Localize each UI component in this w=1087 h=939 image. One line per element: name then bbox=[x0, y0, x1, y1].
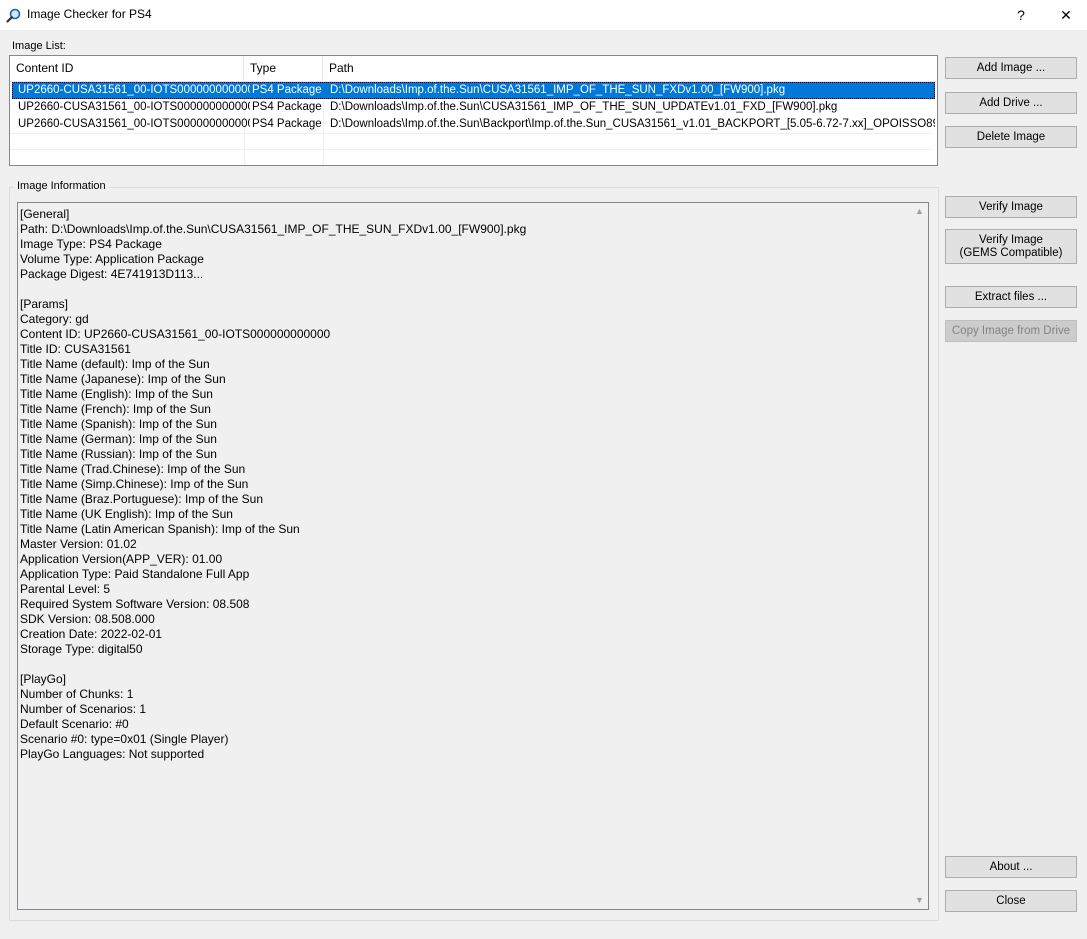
verify-gems-label-line1: Verify Image bbox=[979, 234, 1043, 246]
table-row[interactable]: UP2660-CUSA31561_00-IOTS000000000000 PS4… bbox=[12, 116, 935, 133]
image-information-text: [General] Path: D:\Downloads\Imp.of.the.… bbox=[20, 207, 527, 761]
about-button[interactable]: About ... bbox=[945, 856, 1077, 878]
column-header-type[interactable]: Type bbox=[244, 56, 323, 81]
image-list-header: Content ID Type Path bbox=[10, 56, 937, 82]
content-id-cell: UP2660-CUSA31561_00-IOTS000000000000 bbox=[18, 84, 250, 96]
type-cell: PS4 Package bbox=[252, 118, 322, 130]
row-divider bbox=[10, 133, 933, 134]
title-bar: Image Checker for PS4 ? ✕ bbox=[0, 0, 1087, 30]
copy-image-from-drive-button[interactable]: Copy Image from Drive bbox=[945, 320, 1077, 342]
window-close-button[interactable]: ✕ bbox=[1043, 0, 1087, 30]
column-header-path[interactable]: Path bbox=[323, 56, 937, 81]
type-cell: PS4 Package bbox=[252, 101, 322, 113]
image-information-label: Image Information bbox=[14, 180, 109, 192]
content-id-cell: UP2660-CUSA31561_00-IOTS000000000000 bbox=[18, 101, 250, 113]
image-information-textbox[interactable]: [General] Path: D:\Downloads\Imp.of.the.… bbox=[17, 202, 929, 910]
row-divider bbox=[10, 149, 933, 150]
table-row[interactable]: UP2660-CUSA31561_00-IOTS000000000000 PS4… bbox=[12, 99, 935, 116]
close-button[interactable]: Close bbox=[945, 890, 1077, 912]
extract-files-button[interactable]: Extract files ... bbox=[945, 286, 1077, 308]
path-cell: D:\Downloads\Imp.of.the.Sun\CUSA31561_IM… bbox=[330, 84, 786, 96]
table-row[interactable]: UP2660-CUSA31561_00-IOTS000000000000 PS4… bbox=[12, 82, 935, 99]
add-image-button[interactable]: Add Image ... bbox=[945, 57, 1077, 79]
scroll-up-arrow-icon[interactable]: ▲ bbox=[911, 203, 928, 220]
window-title: Image Checker for PS4 bbox=[27, 7, 152, 21]
scroll-down-arrow-icon[interactable]: ▼ bbox=[911, 892, 928, 909]
verify-image-gems-button[interactable]: Verify Image (GEMS Compatible) bbox=[945, 229, 1077, 264]
verify-gems-label-line2: (GEMS Compatible) bbox=[959, 247, 1063, 259]
delete-image-button[interactable]: Delete Image bbox=[945, 126, 1077, 148]
vertical-scrollbar[interactable]: ▲ ▼ bbox=[911, 203, 928, 909]
path-cell: D:\Downloads\Imp.of.the.Sun\Backport\Imp… bbox=[330, 118, 935, 130]
path-cell: D:\Downloads\Imp.of.the.Sun\CUSA31561_IM… bbox=[330, 101, 838, 113]
image-list-label: Image List: bbox=[12, 40, 66, 52]
add-drive-button[interactable]: Add Drive ... bbox=[945, 92, 1077, 114]
verify-image-button[interactable]: Verify Image bbox=[945, 196, 1077, 218]
magnifier-app-icon bbox=[6, 8, 21, 23]
column-header-content-id[interactable]: Content ID bbox=[10, 56, 244, 81]
help-button[interactable]: ? bbox=[998, 0, 1044, 30]
content-id-cell: UP2660-CUSA31561_00-IOTS000000000000 bbox=[18, 118, 250, 130]
image-list[interactable]: Content ID Type Path UP2660-CUSA31561_00… bbox=[9, 55, 938, 166]
type-cell: PS4 Package bbox=[252, 84, 322, 96]
